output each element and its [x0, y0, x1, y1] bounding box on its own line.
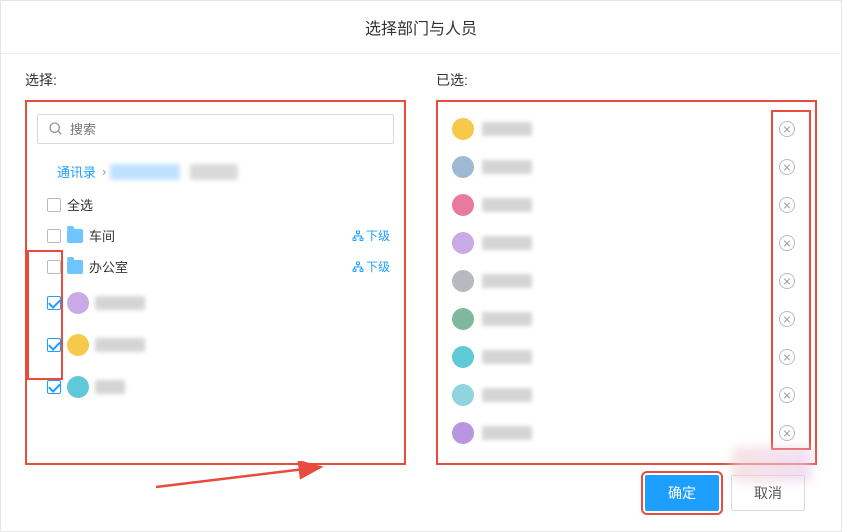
selected-item: [438, 186, 815, 224]
person-row[interactable]: [37, 366, 394, 408]
select-all-checkbox[interactable]: [47, 198, 61, 212]
dept-checkbox[interactable]: [47, 260, 61, 274]
dialog-footer: 确定 取消: [1, 465, 841, 511]
select-column: 选择: 通讯录 ›: [25, 54, 406, 465]
arrow-annotation: [151, 461, 331, 491]
remove-icon[interactable]: [779, 311, 795, 327]
dialog-title: 选择部门与人员: [1, 1, 841, 54]
select-all-row[interactable]: 全选: [37, 189, 394, 220]
selected-item: [438, 300, 815, 338]
chevron-right-icon: ›: [102, 164, 106, 179]
selected-item: [438, 376, 815, 414]
avatar: [452, 346, 474, 368]
dept-name: 车间: [89, 226, 115, 245]
dept-checkbox[interactable]: [47, 229, 61, 243]
org-tree: 全选 车间 下级: [37, 189, 394, 408]
person-checkbox[interactable]: [47, 338, 61, 352]
drill-down-link[interactable]: 下级: [352, 227, 390, 244]
person-checkbox[interactable]: [47, 296, 61, 310]
person-name-redacted: [482, 160, 532, 174]
avatar: [67, 376, 89, 398]
avatar: [452, 118, 474, 140]
avatar: [452, 422, 474, 444]
search-box[interactable]: [37, 114, 394, 144]
remove-icon[interactable]: [779, 349, 795, 365]
person-row[interactable]: [37, 282, 394, 324]
remove-icon[interactable]: [779, 197, 795, 213]
avatar: [452, 308, 474, 330]
breadcrumb-node-redacted: [190, 164, 238, 180]
org-icon: [352, 230, 364, 242]
breadcrumb-root[interactable]: 通讯录: [57, 162, 96, 181]
selected-label: 已选:: [436, 54, 817, 100]
breadcrumb: 通讯录 ›: [37, 156, 394, 189]
person-checkbox[interactable]: [47, 380, 61, 394]
remove-icon[interactable]: [779, 159, 795, 175]
avatar: [452, 270, 474, 292]
avatar: [67, 292, 89, 314]
remove-icon[interactable]: [779, 387, 795, 403]
person-name-redacted: [482, 312, 532, 326]
select-label: 选择:: [25, 54, 406, 100]
selected-panel[interactable]: [436, 100, 817, 465]
person-name-redacted: [482, 426, 532, 440]
avatar: [452, 194, 474, 216]
dept-row[interactable]: 办公室 下级: [37, 251, 394, 282]
org-icon: [352, 261, 364, 273]
selected-item: [438, 262, 815, 300]
selected-item: [438, 148, 815, 186]
select-panel: 通讯录 › 全选: [25, 100, 406, 465]
search-icon: [48, 121, 64, 137]
folder-icon: [67, 229, 83, 243]
remove-icon[interactable]: [779, 273, 795, 289]
dept-row[interactable]: 车间 下级: [37, 220, 394, 251]
avatar: [452, 384, 474, 406]
person-name-redacted: [482, 122, 532, 136]
avatar: [452, 232, 474, 254]
watermark-redacted: [732, 447, 812, 482]
person-name-redacted: [482, 198, 532, 212]
person-name-redacted: [95, 380, 125, 394]
avatar: [67, 334, 89, 356]
dept-name: 办公室: [89, 257, 128, 276]
person-name-redacted: [482, 388, 532, 402]
avatar: [452, 156, 474, 178]
drill-down-link[interactable]: 下级: [352, 258, 390, 275]
person-row[interactable]: [37, 324, 394, 366]
person-name-redacted: [95, 338, 145, 352]
selected-item: [438, 338, 815, 376]
selected-column: 已选:: [436, 54, 817, 465]
select-dept-people-dialog: 选择部门与人员 选择: 通讯录 ›: [0, 0, 842, 532]
search-input[interactable]: [70, 122, 383, 137]
person-name-redacted: [95, 296, 145, 310]
remove-icon[interactable]: [779, 425, 795, 441]
breadcrumb-node-redacted: [110, 164, 180, 180]
ok-button[interactable]: 确定: [645, 475, 719, 511]
person-name-redacted: [482, 236, 532, 250]
person-name-redacted: [482, 350, 532, 364]
selected-item: [438, 224, 815, 262]
remove-icon[interactable]: [779, 235, 795, 251]
selected-item: [438, 110, 815, 148]
person-name-redacted: [482, 274, 532, 288]
remove-icon[interactable]: [779, 121, 795, 137]
select-all-label: 全选: [67, 195, 93, 214]
folder-icon: [67, 260, 83, 274]
